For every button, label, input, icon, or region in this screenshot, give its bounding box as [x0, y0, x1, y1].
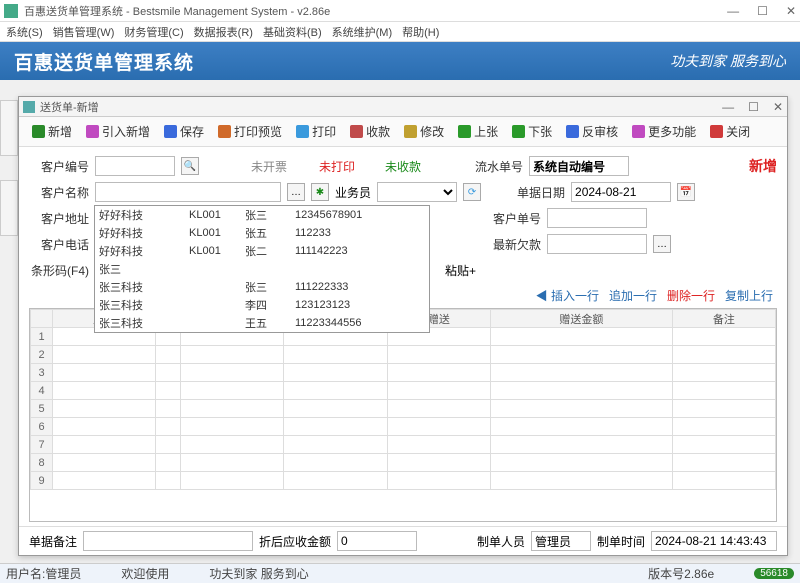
status-welcome: 欢迎使用	[121, 565, 169, 582]
lookup-customer-no[interactable]: 🔍	[181, 157, 199, 175]
dialog-icon	[23, 101, 35, 113]
input-customer-name[interactable]	[95, 182, 281, 202]
input-maker	[531, 531, 591, 551]
label-bill-date: 单据日期	[505, 184, 565, 201]
label-salesman: 业务员	[335, 184, 371, 201]
grid-wrap: 产品价格金额赠送赠送金额备注123456789	[29, 308, 777, 522]
dropdown-row[interactable]: 好好科技KL001张五112233	[95, 224, 429, 242]
toolbar-引入新增[interactable]: 引入新增	[81, 121, 155, 142]
dialog-minimize[interactable]: —	[722, 100, 734, 114]
toolbar-下张[interactable]: 下张	[507, 121, 557, 142]
minimize-button[interactable]: —	[727, 4, 739, 18]
dropdown-row[interactable]: 张三	[95, 260, 429, 278]
dropdown-row[interactable]: 张三科技张三111222333	[95, 278, 429, 296]
menu-finance[interactable]: 财务管理(C)	[124, 24, 183, 40]
dialog-toolbar: 新增引入新增保存打印预览打印收款修改上张下张反审核更多功能关闭	[19, 117, 787, 147]
sidebar-tab-2[interactable]	[0, 180, 18, 236]
status-not-paid: 未收款	[385, 158, 421, 175]
brand-title: 百惠送货单管理系统	[14, 48, 194, 75]
paste-button[interactable]: 粘贴+	[445, 262, 476, 279]
toolbar-打印预览[interactable]: 打印预览	[213, 121, 287, 142]
calendar-icon[interactable]: 📅	[677, 183, 695, 201]
input-customer-order[interactable]	[547, 208, 647, 228]
link-copy-row[interactable]: 复制上行	[725, 287, 773, 304]
menu-maintain[interactable]: 系统维护(M)	[332, 24, 393, 40]
label-customer-addr: 客户地址	[29, 210, 89, 227]
input-serial-no[interactable]	[529, 156, 629, 176]
toolbar-修改[interactable]: 修改	[399, 121, 449, 142]
toolbar-打印[interactable]: 打印	[291, 121, 341, 142]
toolbar-关闭[interactable]: 关闭	[705, 121, 755, 142]
status-version: 版本号2.86e	[648, 565, 714, 582]
brand-slogan: 功夫到家 服务到心	[670, 51, 786, 71]
main-titlebar: 百惠送货单管理系统 - Bestsmile Management System …	[0, 0, 800, 22]
label-maker: 制单人员	[477, 533, 525, 550]
input-bill-date[interactable]	[571, 182, 671, 202]
sidebar-tab-1[interactable]	[0, 100, 18, 156]
maximize-button[interactable]: ☐	[757, 4, 768, 18]
close-button[interactable]: ✕	[786, 4, 796, 18]
dialog-close[interactable]: ✕	[773, 100, 783, 114]
dropdown-row[interactable]: 好好科技KL001张二111142223	[95, 242, 429, 260]
menubar: 系统(S) 销售管理(W) 财务管理(C) 数据报表(R) 基础资料(B) 系统…	[0, 22, 800, 42]
sidebar-tabs	[0, 100, 18, 236]
status-user: 用户名:管理员	[6, 565, 81, 582]
dropdown-row[interactable]: 张三科技李四123123123	[95, 296, 429, 314]
lookup-debt[interactable]: …	[653, 235, 671, 253]
app-icon	[4, 4, 18, 18]
toolbar-新增[interactable]: 新增	[27, 121, 77, 142]
dropdown-row[interactable]: 张三科技王五11223344556	[95, 314, 429, 332]
label-latest-debt: 最新欠款	[481, 236, 541, 253]
new-badge: 新增	[749, 156, 777, 176]
dialog-title: 送货单-新增	[40, 99, 722, 115]
label-customer-tel: 客户电话	[29, 236, 89, 253]
toolbar-保存[interactable]: 保存	[159, 121, 209, 142]
toolbar-更多功能[interactable]: 更多功能	[627, 121, 701, 142]
toolbar-反审核[interactable]: 反审核	[561, 121, 623, 142]
label-after-discount: 折后应收金额	[259, 533, 331, 550]
menu-system[interactable]: 系统(S)	[6, 24, 43, 40]
input-make-time	[651, 531, 777, 551]
menu-sales[interactable]: 销售管理(W)	[53, 24, 115, 40]
lookup-customer-name[interactable]: …	[287, 183, 305, 201]
dialog-footer: 单据备注 折后应收金额 制单人员 制单时间	[19, 526, 787, 555]
input-latest-debt[interactable]	[547, 234, 647, 254]
label-customer-no: 客户编号	[29, 158, 89, 175]
new-customer[interactable]: ✱	[311, 183, 329, 201]
link-delete-row[interactable]: 删除一行	[667, 287, 715, 304]
status-slogan: 功夫到家 服务到心	[209, 565, 308, 582]
input-customer-no[interactable]	[95, 156, 175, 176]
input-after-discount[interactable]	[337, 531, 417, 551]
label-remark: 单据备注	[29, 533, 77, 550]
refresh-salesman[interactable]: ⟳	[463, 183, 481, 201]
product-grid[interactable]: 产品价格金额赠送赠送金额备注123456789	[30, 309, 776, 490]
toolbar-上张[interactable]: 上张	[453, 121, 503, 142]
link-insert-row[interactable]: ◀ 插入一行	[536, 287, 599, 304]
dialog-titlebar: 送货单-新增 — ☐ ✕	[19, 97, 787, 117]
customer-dropdown[interactable]: 好好科技KL001张三12345678901好好科技KL001张五112233好…	[94, 205, 430, 333]
select-salesman[interactable]	[377, 182, 457, 202]
label-make-time: 制单时间	[597, 533, 645, 550]
window-title: 百惠送货单管理系统 - Bestsmile Management System …	[24, 3, 727, 19]
dialog-maximize[interactable]: ☐	[748, 100, 759, 114]
brand-bar: 百惠送货单管理系统 功夫到家 服务到心	[0, 42, 800, 80]
dropdown-row[interactable]: 好好科技KL001张三12345678901	[95, 206, 429, 224]
label-serial-no: 流水单号	[463, 158, 523, 175]
input-remark[interactable]	[83, 531, 253, 551]
status-not-printed: 未打印	[319, 158, 355, 175]
status-count: 56618	[754, 568, 794, 579]
toolbar-收款[interactable]: 收款	[345, 121, 395, 142]
label-barcode: 条形码(F4)	[29, 262, 89, 279]
status-not-invoiced: 未开票	[251, 158, 287, 175]
menu-help[interactable]: 帮助(H)	[402, 24, 439, 40]
menu-basedata[interactable]: 基础资料(B)	[263, 24, 322, 40]
label-customer-order: 客户单号	[481, 210, 541, 227]
statusbar: 用户名:管理员 欢迎使用 功夫到家 服务到心 版本号2.86e 56618	[0, 563, 800, 583]
menu-report[interactable]: 数据报表(R)	[194, 24, 253, 40]
label-customer-name: 客户名称	[29, 184, 89, 201]
link-append-row[interactable]: 追加一行	[609, 287, 657, 304]
